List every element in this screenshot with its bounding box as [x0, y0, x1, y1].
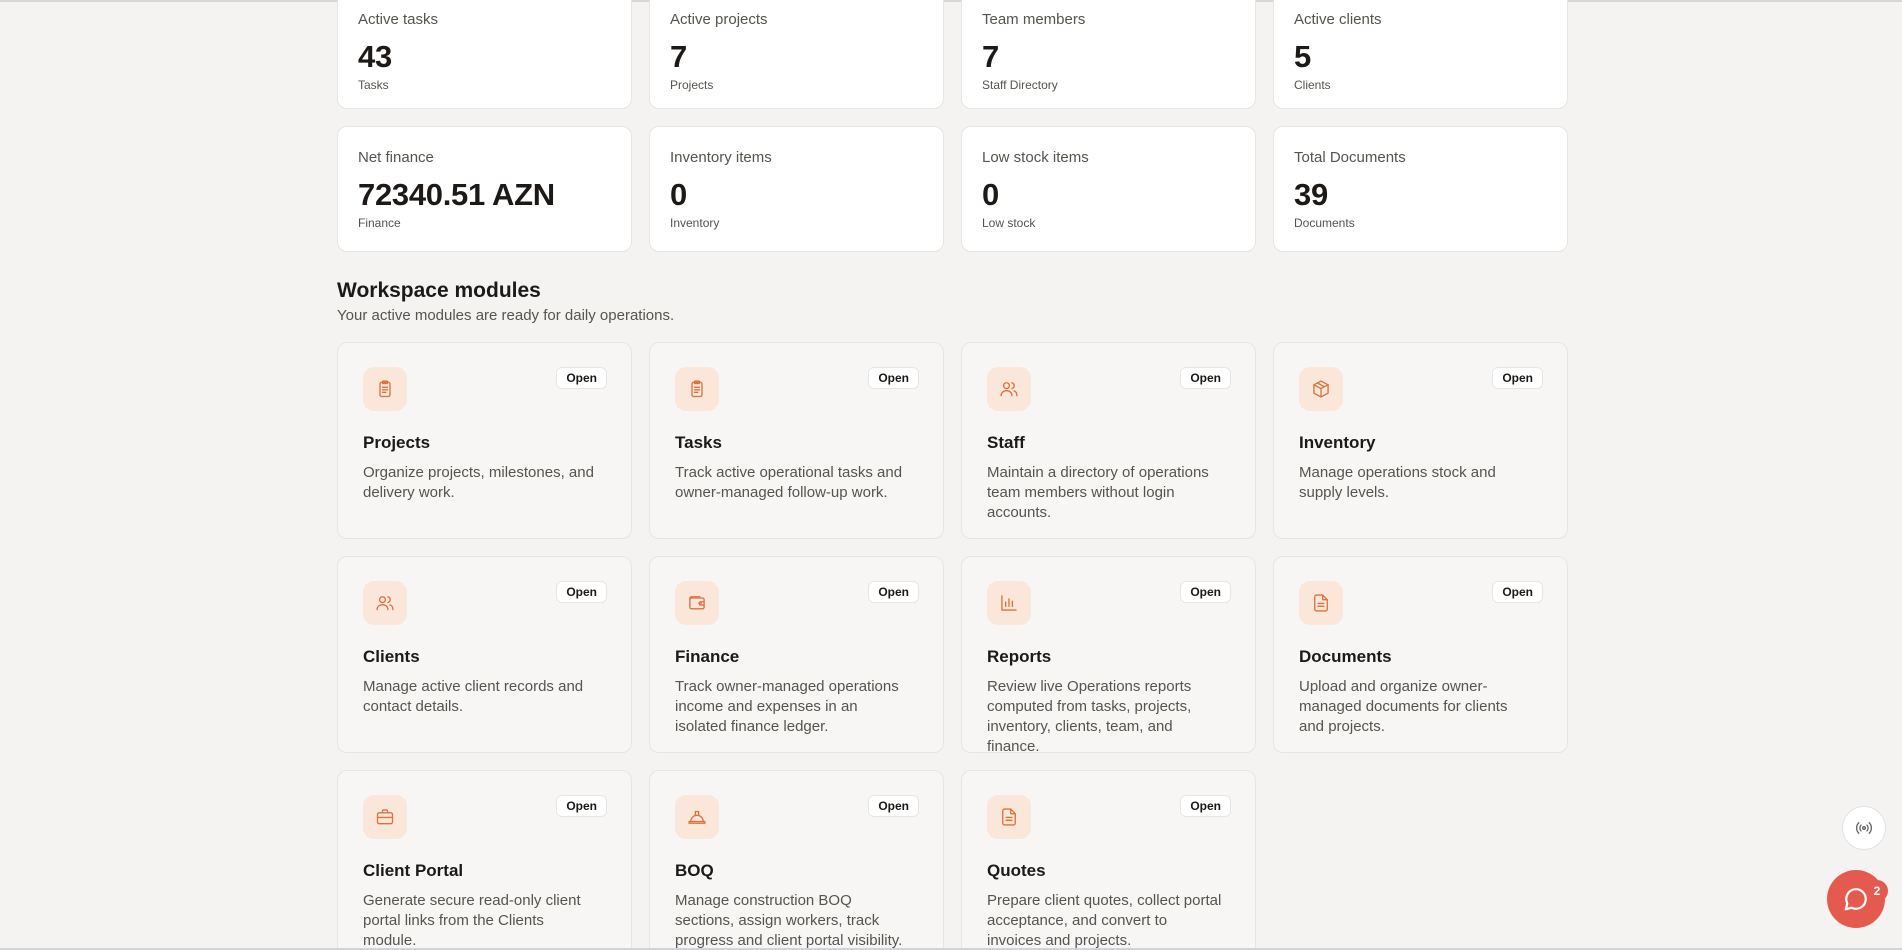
stat-sub: Clients	[1294, 78, 1331, 92]
module-card-reports[interactable]: Open Reports Review live Operations repo…	[961, 556, 1256, 755]
section-subtitle: Your active modules are ready for daily …	[337, 307, 675, 324]
module-card-inventory[interactable]: Open Inventory Manage operations stock a…	[1273, 342, 1568, 539]
stat-sub: Projects	[670, 78, 714, 92]
stat-sub: Documents	[1294, 216, 1355, 230]
module-description: Manage construction BOQ sections, assign…	[675, 892, 903, 949]
stat-card-active-clients: Active clients 5 Clients	[1273, 0, 1568, 109]
stat-card-active-tasks: Active tasks 43 Tasks	[337, 0, 632, 109]
module-description: Track owner-managed operations income an…	[675, 678, 899, 735]
module-name: Projects	[363, 433, 431, 452]
stat-value: 39	[1294, 177, 1328, 212]
stat-sub: Low stock	[982, 216, 1036, 230]
stat-card-net-finance: Net finance 72340.51 AZN Finance	[337, 126, 632, 252]
module-name: Client Portal	[363, 861, 464, 880]
module-description: Manage operations stock and supply level…	[1299, 464, 1496, 501]
module-description: Organize projects, milestones, and deliv…	[363, 464, 594, 501]
modules-section-header: Workspace modules Your active modules ar…	[337, 278, 1570, 325]
open-button[interactable]: Open	[556, 367, 607, 389]
broadcast-button[interactable]	[1842, 806, 1886, 850]
module-card-tasks[interactable]: Open Tasks Track active operational task…	[649, 342, 944, 539]
stat-card-team-members: Team members 7 Staff Directory	[961, 0, 1256, 109]
stat-label: Net finance	[358, 149, 434, 166]
open-button[interactable]: Open	[556, 795, 607, 817]
open-button[interactable]: Open	[1180, 581, 1231, 603]
module-description: Track active operational tasks and owner…	[675, 464, 903, 501]
briefcase-icon	[363, 795, 407, 839]
users-icon	[363, 581, 407, 625]
module-card-documents[interactable]: Open Documents Upload and organize owner…	[1273, 556, 1568, 753]
stat-label: Inventory items	[670, 149, 772, 166]
stat-sub: Inventory	[670, 216, 720, 230]
stat-card-low-stock: Low stock items 0 Low stock	[961, 126, 1256, 252]
open-button[interactable]: Open	[556, 581, 607, 603]
module-card-finance[interactable]: Open Finance Track owner-managed operati…	[649, 556, 944, 753]
module-card-quotes[interactable]: Open Quotes Prepare client quotes, colle…	[961, 770, 1256, 950]
stat-card-total-documents: Total Documents 39 Documents	[1273, 126, 1568, 252]
open-button[interactable]: Open	[1492, 581, 1543, 603]
module-name: Finance	[675, 647, 740, 666]
module-description: Maintain a directory of operations team …	[987, 464, 1209, 521]
module-card-staff[interactable]: Open Staff Maintain a directory of opera…	[961, 342, 1256, 539]
module-name: Quotes	[987, 861, 1046, 880]
module-card-projects[interactable]: Open Projects Organize projects, milesto…	[337, 342, 632, 539]
chat-notification-badge: 2	[1866, 880, 1888, 902]
box-icon	[1299, 367, 1343, 411]
stat-label: Team members	[982, 11, 1086, 28]
stat-sub: Staff Directory	[982, 78, 1058, 92]
open-button[interactable]: Open	[868, 795, 919, 817]
module-card-boq[interactable]: Open BOQ Manage construction BOQ section…	[649, 770, 944, 950]
stat-label: Active projects	[670, 11, 768, 28]
open-button[interactable]: Open	[1180, 367, 1231, 389]
dashboard-content: Active tasks 43 Tasks Active projects 7 …	[337, 0, 1570, 950]
file-icon	[1299, 581, 1343, 625]
section-title: Workspace modules	[337, 279, 541, 302]
stat-value: 5	[1294, 39, 1311, 74]
stat-value: 0	[982, 177, 999, 212]
hard-hat-icon	[675, 795, 719, 839]
bar-chart-icon	[987, 581, 1031, 625]
stat-label: Active tasks	[358, 11, 439, 28]
open-button[interactable]: Open	[868, 581, 919, 603]
wallet-icon	[675, 581, 719, 625]
users-icon	[987, 367, 1031, 411]
file-icon	[987, 795, 1031, 839]
stats-row: Active tasks 43 Tasks Active projects 7 …	[337, 0, 1570, 109]
stat-value: 7	[982, 39, 999, 74]
module-description: Manage active client records and contact…	[363, 678, 584, 715]
stat-sub: Tasks	[358, 78, 389, 92]
clipboard-icon	[675, 367, 719, 411]
open-button[interactable]: Open	[1492, 367, 1543, 389]
module-name: Clients	[363, 647, 420, 666]
stats-row: Net finance 72340.51 AZN Finance Invento…	[337, 126, 1570, 252]
stat-sub: Finance	[358, 216, 401, 230]
module-name: Tasks	[675, 433, 722, 452]
stat-value: 7	[670, 39, 687, 74]
module-description: Generate secure read-only client portal …	[363, 892, 581, 949]
module-name: Inventory	[1299, 433, 1376, 452]
modules-grid: Open Projects Organize projects, milesto…	[337, 342, 1570, 950]
open-button[interactable]: Open	[868, 367, 919, 389]
stat-label: Low stock items	[982, 149, 1089, 166]
stat-value: 72340.51 AZN	[358, 177, 555, 212]
stat-label: Total Documents	[1294, 149, 1406, 166]
module-name: Staff	[987, 433, 1025, 452]
stat-card-inventory-items: Inventory items 0 Inventory	[649, 126, 944, 252]
module-card-client-portal[interactable]: Open Client Portal Generate secure read-…	[337, 770, 632, 950]
stat-card-active-projects: Active projects 7 Projects	[649, 0, 944, 109]
clipboard-icon	[363, 367, 407, 411]
module-description: Review live Operations reports computed …	[987, 678, 1192, 755]
open-button[interactable]: Open	[1180, 795, 1231, 817]
stat-label: Active clients	[1294, 11, 1382, 28]
module-description: Upload and organize owner-managed docume…	[1299, 678, 1508, 735]
module-name: BOQ	[675, 861, 714, 880]
module-name: Documents	[1299, 647, 1392, 666]
module-description: Prepare client quotes, collect portal ac…	[987, 892, 1222, 949]
broadcast-icon	[1855, 822, 1873, 834]
stat-value: 43	[358, 39, 392, 74]
stat-value: 0	[670, 177, 687, 212]
module-name: Reports	[987, 647, 1052, 666]
module-card-clients[interactable]: Open Clients Manage active client record…	[337, 556, 632, 753]
